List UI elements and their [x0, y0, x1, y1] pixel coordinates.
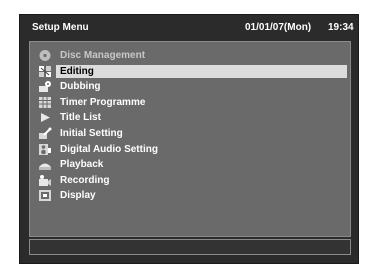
- menu-item-editing[interactable]: Editing: [30, 64, 350, 80]
- menu-item-label: Initial Setting: [60, 127, 123, 139]
- menu-header: Setup Menu 01/01/07(Mon) 19:34: [20, 15, 358, 41]
- menu-item-label: Title List: [60, 112, 101, 124]
- time-display: 19:34: [328, 22, 354, 33]
- menu-item-digital-audio-setting[interactable]: Digital Audio Setting: [30, 142, 350, 158]
- menu-panel: Disc Management Editing Dubbing Timer Pr…: [29, 41, 351, 237]
- selection-highlight: [56, 64, 347, 78]
- disc-icon: [39, 50, 51, 61]
- menu-item-label: Timer Programme: [60, 96, 146, 108]
- menu-list: Disc Management Editing Dubbing Timer Pr…: [30, 48, 350, 204]
- menu-item-initial-setting[interactable]: Initial Setting: [30, 126, 350, 142]
- audio-icon: [39, 143, 51, 155]
- menu-item-disc-management[interactable]: Disc Management: [30, 48, 350, 64]
- menu-item-playback[interactable]: Playback: [30, 157, 350, 173]
- menu-item-label: Digital Audio Setting: [60, 143, 158, 155]
- menu-item-recording[interactable]: Recording: [30, 173, 350, 189]
- menu-item-label: Recording: [60, 174, 110, 186]
- dubbing-icon: [39, 81, 51, 93]
- playback-icon: [39, 163, 51, 171]
- menu-footer-bar: [29, 239, 351, 255]
- date-display: 01/01/07(Mon): [245, 22, 312, 33]
- menu-item-display[interactable]: Display: [30, 188, 350, 204]
- display-icon: [39, 190, 51, 202]
- timer-grid-icon: [39, 96, 51, 108]
- wrench-icon: [39, 127, 52, 139]
- menu-item-label: Disc Management: [60, 50, 146, 61]
- menu-item-label: Display: [60, 190, 96, 202]
- menu-item-label: Dubbing: [60, 81, 101, 93]
- editing-icon: [39, 65, 51, 77]
- menu-item-timer-programme[interactable]: Timer Programme: [30, 95, 350, 111]
- setup-menu-window: Setup Menu 01/01/07(Mon) 19:34 Disc Mana…: [19, 14, 359, 264]
- menu-title: Setup Menu: [32, 22, 89, 33]
- menu-item-label: Playback: [60, 159, 104, 171]
- menu-item-label: Editing: [60, 65, 94, 77]
- menu-item-title-list[interactable]: Title List: [30, 110, 350, 126]
- menu-item-dubbing[interactable]: Dubbing: [30, 79, 350, 95]
- recording-icon: [39, 174, 51, 186]
- play-triangle-icon: [41, 113, 50, 123]
